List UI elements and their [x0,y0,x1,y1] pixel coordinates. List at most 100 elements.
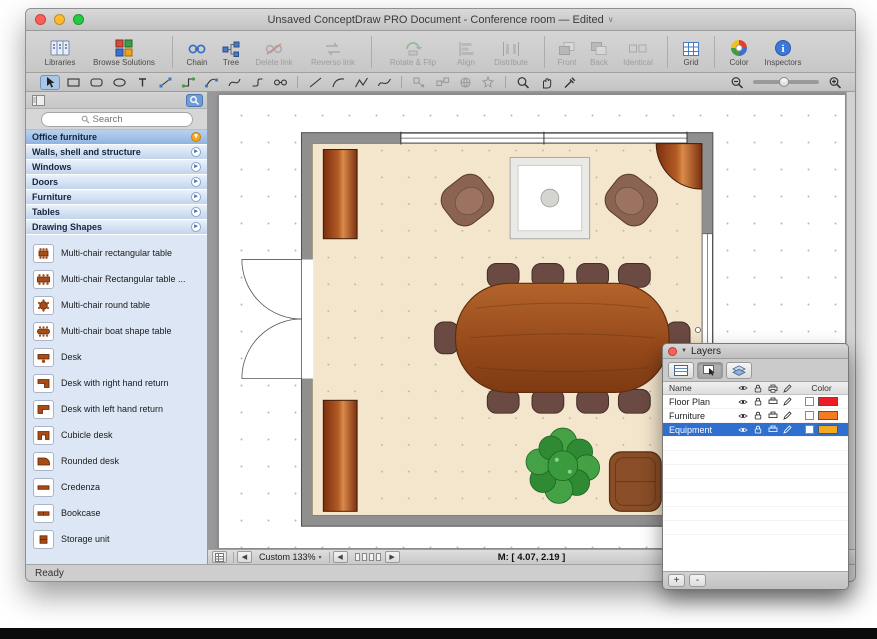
previous-page-button[interactable]: ◀ [333,551,348,563]
close-button[interactable] [35,14,46,25]
search-input[interactable] [93,114,153,125]
print-icon[interactable] [765,411,780,420]
lock-icon[interactable] [750,397,765,406]
lock-icon[interactable] [750,411,765,420]
minimize-button[interactable] [54,14,65,25]
print-icon[interactable] [765,397,780,406]
sidebar-category-furniture[interactable]: Furniture▸ [26,190,207,205]
zoom-button[interactable] [73,14,84,25]
chain-button[interactable]: Chain [179,32,215,72]
polyline-tool[interactable] [351,75,371,90]
list-item[interactable]: Desk [26,344,207,370]
action-tool[interactable] [478,75,498,90]
sofa[interactable] [610,452,662,511]
layer-checkbox[interactable] [805,397,814,406]
zoom-in-button[interactable] [825,75,845,90]
bezier-connector-tool[interactable] [224,75,244,90]
list-item[interactable]: Multi-chair rectangular table [26,240,207,266]
page-options-button[interactable] [212,551,227,563]
browse-solutions-button[interactable]: Browse Solutions [82,32,166,72]
align-button[interactable]: Align [448,32,484,72]
sidebar-category-doors[interactable]: Doors▸ [26,175,207,190]
tab-layer-list[interactable] [668,362,694,379]
title-chevron-icon[interactable]: ∨ [608,15,614,24]
chevron-right-icon[interactable]: ▸ [191,222,201,232]
rounded-rectangle-tool[interactable] [86,75,106,90]
color-column-header[interactable]: Color [795,383,848,393]
layer-color-swatch[interactable] [818,411,838,420]
layer-row-furniture[interactable]: Furniture [663,409,848,423]
disclosure-triangle-icon[interactable]: ▼ [681,348,687,354]
cabinet-bottom-left[interactable] [323,400,357,511]
search-field[interactable] [41,112,193,127]
page-thumbnails[interactable] [355,553,381,561]
print-icon[interactable] [765,425,780,434]
arc-connector-tool[interactable] [201,75,221,90]
cabinet-top-left[interactable] [323,150,357,239]
layer-checkbox[interactable] [805,411,814,420]
identical-button[interactable]: Identical [615,32,661,72]
name-column-header[interactable]: Name [663,383,735,393]
eye-icon[interactable] [735,412,750,420]
search-toggle-button[interactable] [186,94,203,107]
delete-link-button[interactable]: Delete link [247,32,301,72]
list-item[interactable]: Bookcase [26,500,207,526]
remove-layer-button[interactable]: - [689,574,706,587]
chevron-right-icon[interactable]: ▸ [191,207,201,217]
zoom-level-control[interactable]: Custom 133% ▾ [259,552,322,562]
rectangle-tool[interactable] [63,75,83,90]
chain-connector-tool[interactable] [270,75,290,90]
list-item[interactable]: Credenza [26,474,207,500]
window-top[interactable] [401,132,687,145]
sidebar-category-office-furniture[interactable]: Office furniture▾ [26,130,207,145]
lock-icon[interactable] [750,425,765,434]
glue-link-tool[interactable] [432,75,452,90]
arc-tool[interactable] [328,75,348,90]
previous-view-button[interactable]: ◀ [237,551,252,563]
layer-color-swatch[interactable] [818,425,838,434]
grid-button[interactable]: Grid [674,32,708,72]
direct-connector-tool[interactable] [155,75,175,90]
tree-button[interactable]: Tree [215,32,247,72]
inspectors-button[interactable]: i Inspectors [757,32,809,72]
zoom-out-button[interactable] [727,75,747,90]
side-table[interactable] [510,157,589,238]
sidebar-category-windows[interactable]: Windows▸ [26,160,207,175]
chevron-down-icon[interactable]: ▾ [191,132,201,142]
edit-icon[interactable] [780,425,795,434]
rotate-flip-button[interactable]: Rotate & Flip [378,32,448,72]
tab-layer-select[interactable] [697,362,723,379]
spline-tool[interactable] [374,75,394,90]
conference-table[interactable] [455,283,669,392]
layer-checkbox[interactable] [805,425,814,434]
select-tool[interactable] [40,75,60,90]
tab-layer-objects[interactable] [726,362,752,379]
list-item[interactable]: Cubicle desk [26,422,207,448]
list-item[interactable]: Desk with left hand return [26,396,207,422]
chevron-right-icon[interactable]: ▸ [191,177,201,187]
zoom-slider[interactable] [753,80,819,84]
chevron-right-icon[interactable]: ▸ [191,192,201,202]
hyperlink-tool[interactable] [455,75,475,90]
sidebar-category-drawing-shapes[interactable]: Drawing Shapes▸ [26,220,207,235]
layer-row-floor-plan[interactable]: Floor Plan [663,395,848,409]
list-item[interactable]: Rounded desk [26,448,207,474]
snap-link-tool[interactable] [409,75,429,90]
distribute-button[interactable]: Distribute [484,32,538,72]
front-button[interactable]: Front [551,32,583,72]
back-button[interactable]: Back [583,32,615,72]
eyedropper-tool[interactable] [559,75,579,90]
ellipse-tool[interactable] [109,75,129,90]
libraries-button[interactable]: Libraries [38,32,82,72]
chevron-right-icon[interactable]: ▸ [191,162,201,172]
sidebar-category-tables[interactable]: Tables▸ [26,205,207,220]
eye-icon[interactable] [735,426,750,434]
edit-icon[interactable] [780,411,795,420]
layers-panel-titlebar[interactable]: ▼ Layers [663,344,848,359]
text-tool[interactable] [132,75,152,90]
add-layer-button[interactable]: + [668,574,685,587]
close-icon[interactable] [668,347,677,356]
list-item[interactable]: Multi-chair boat shape table [26,318,207,344]
reverso-link-button[interactable]: Reverso link [301,32,365,72]
double-door[interactable] [242,260,313,379]
